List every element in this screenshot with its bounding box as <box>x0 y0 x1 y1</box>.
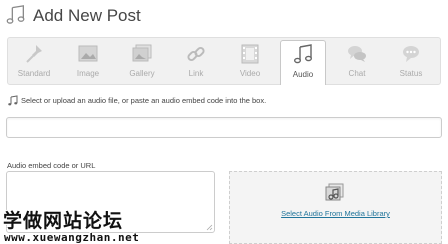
format-tab-image[interactable]: Image <box>65 40 111 82</box>
gallery-icon <box>132 44 152 62</box>
format-tab-audio[interactable]: Audio <box>280 40 326 85</box>
post-format-bar: Standard Image Gallery Link Video Audio … <box>7 37 441 85</box>
format-tab-status[interactable]: Status <box>388 40 434 82</box>
select-audio-link[interactable]: Select Audio From Media Library <box>230 209 441 218</box>
watermark: 学做网站论坛 www.xuewangzhan.net <box>0 204 226 244</box>
audio-instructions: Select or upload an audio file, or paste… <box>7 95 441 109</box>
format-tab-video[interactable]: Video <box>227 40 273 82</box>
instructions-text: Select or upload an audio file, or paste… <box>21 96 267 105</box>
status-bubble-icon <box>403 46 419 62</box>
pin-icon <box>26 45 42 63</box>
embed-code-label: Audio embed code or URL <box>7 161 96 170</box>
chat-bubbles-icon <box>348 46 366 62</box>
music-note-icon <box>6 5 25 24</box>
watermark-title: 学做网站论坛 <box>3 210 124 232</box>
music-note-icon <box>294 44 312 64</box>
format-tab-link[interactable]: Link <box>173 40 219 82</box>
film-icon <box>241 44 259 64</box>
watermark-url: www.xuewangzhan.net <box>4 231 140 244</box>
format-tab-chat[interactable]: Chat <box>334 40 380 82</box>
format-tab-gallery[interactable]: Gallery <box>119 40 165 82</box>
audio-url-input[interactable] <box>6 117 442 138</box>
page-title: Add New Post <box>33 6 141 25</box>
image-icon <box>78 45 98 62</box>
link-icon <box>187 46 205 62</box>
page-header: Add New Post <box>0 0 448 32</box>
music-note-icon <box>8 95 18 106</box>
format-tab-standard[interactable]: Standard <box>11 40 57 82</box>
media-audio-icon <box>325 183 344 201</box>
media-library-panel: Select Audio From Media Library <box>229 171 442 244</box>
